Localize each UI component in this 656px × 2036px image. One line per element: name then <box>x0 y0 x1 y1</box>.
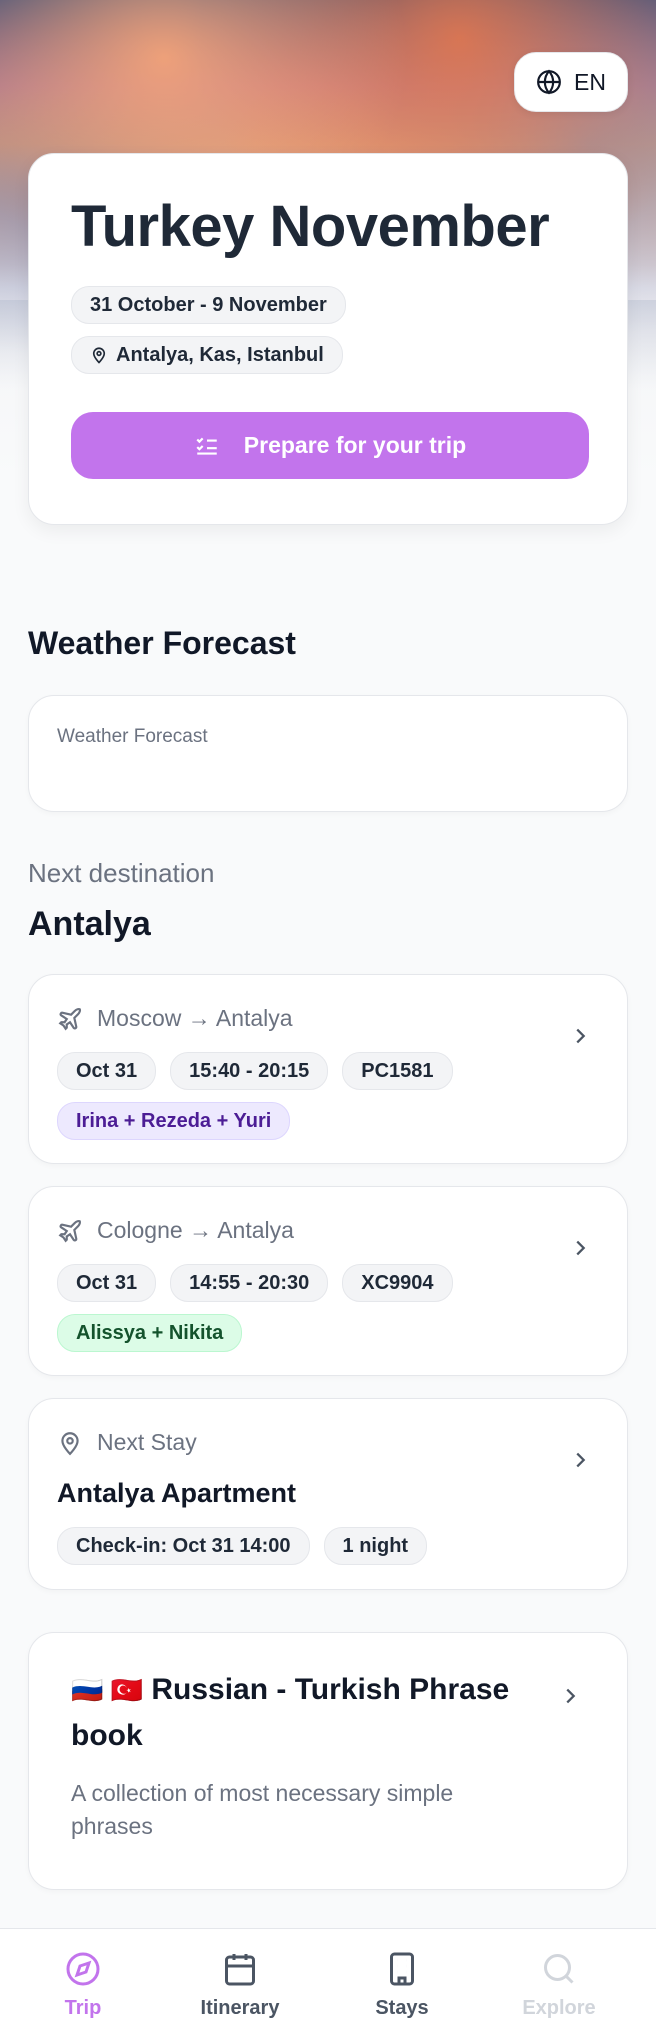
checkin-badge: Check-in: Oct 31 14:00 <box>57 1527 310 1565</box>
next-destination-label: Next destination <box>28 858 215 888</box>
building-icon <box>390 1952 414 1986</box>
plane-icon <box>58 1219 82 1242</box>
checkin-time: Check-in: Oct 31 14:00 <box>76 1534 291 1557</box>
flight-time-badge: 15:40 - 20:15 <box>170 1052 329 1090</box>
next-stay-card[interactable]: Next Stay Antalya Apartment Check-in: Oc… <box>28 1398 628 1590</box>
flight-card[interactable]: Cologne → Antalya Oct 31 14:55 - 20:30 X… <box>28 1186 628 1376</box>
map-pin-icon <box>92 347 106 364</box>
language-button[interactable]: EN <box>514 52 628 112</box>
nav-label: Itinerary <box>200 1997 280 2019</box>
travelers-badge: Irina + Rezeda + Yuri <box>57 1102 291 1140</box>
phrasebook-card[interactable]: 🇷🇺 🇹🇷 Russian - Turkish Phrase book A co… <box>28 1632 628 1890</box>
map-pin-icon <box>61 1431 79 1455</box>
nav-label: Stays <box>375 1997 429 2019</box>
trip-dates-badge: 31 October - 9 November <box>71 286 346 324</box>
compass-icon <box>66 1952 100 1986</box>
weather-placeholder: Weather Forecast <box>57 726 208 747</box>
stay-name: Antalya Apartment <box>57 1478 297 1508</box>
globe-icon <box>537 69 561 95</box>
flight-date-badge: Oct 31 <box>57 1264 157 1302</box>
language-label: EN <box>574 68 606 95</box>
flight-time: 15:40 - 20:15 <box>189 1059 310 1082</box>
plane-icon <box>58 1007 82 1030</box>
flight-date: Oct 31 <box>76 1271 138 1294</box>
next-destination-city: Antalya <box>28 905 151 943</box>
trip-header-card: Turkey November 31 October - 9 November … <box>28 153 628 525</box>
chevron-right-icon <box>576 1452 586 1468</box>
travelers: Irina + Rezeda + Yuri <box>76 1109 272 1132</box>
search-icon <box>544 1954 574 1984</box>
flight-number: PC1581 <box>361 1059 434 1082</box>
flight-date-badge: Oct 31 <box>57 1052 157 1090</box>
nights-count: 1 night <box>342 1534 409 1557</box>
weather-card: Weather Forecast <box>28 695 628 812</box>
flight-time-badge: 14:55 - 20:30 <box>170 1264 329 1302</box>
next-stay-label: Next Stay <box>97 1429 197 1455</box>
nav-item-stays[interactable]: Stays <box>337 1951 467 2020</box>
flags-icon: 🇷🇺 🇹🇷 <box>71 1675 143 1705</box>
phrasebook-title: 🇷🇺 🇹🇷 Russian - Turkish Phrase book <box>71 1667 541 1759</box>
flight-time: 14:55 - 20:30 <box>189 1271 310 1294</box>
weather-section-title: Weather Forecast <box>28 625 296 661</box>
nav-item-trip[interactable]: Trip <box>18 1951 148 2020</box>
flight-number: XC9904 <box>361 1271 434 1294</box>
travelers: Alissya + Nikita <box>76 1321 224 1344</box>
chevron-right-icon <box>576 1240 586 1256</box>
nav-label: Trip <box>64 1997 102 2019</box>
trip-locations: Antalya, Kas, Istanbul <box>116 343 324 366</box>
nav-item-explore[interactable]: Explore <box>494 1951 624 2020</box>
flight-date: Oct 31 <box>76 1059 138 1082</box>
flight-route: Moscow → Antalya <box>97 1005 293 1031</box>
trip-locations-badge: Antalya, Kas, Istanbul <box>71 336 343 374</box>
chevron-right-icon <box>566 1688 576 1704</box>
calendar-icon <box>225 1954 255 1986</box>
prepare-trip-label: Prepare for your trip <box>243 432 467 458</box>
nights-badge: 1 night <box>323 1527 428 1565</box>
nav-label: Explore <box>522 1997 596 2019</box>
travelers-badge: Alissya + Nikita <box>57 1314 243 1352</box>
chevron-right-icon <box>576 1028 586 1044</box>
nav-item-itinerary[interactable]: Itinerary <box>175 1951 305 2020</box>
flight-number-badge: PC1581 <box>342 1052 453 1090</box>
trip-dates: 31 October - 9 November <box>90 293 327 316</box>
prepare-trip-button[interactable]: Prepare for your trip <box>71 412 589 479</box>
bottom-navigation: Trip Itinerary Stays Explore <box>0 1928 656 2036</box>
trip-title: Turkey November <box>71 194 550 259</box>
flight-card[interactable]: Moscow → Antalya Oct 31 15:40 - 20:15 PC… <box>28 974 628 1164</box>
checklist-icon <box>196 437 217 455</box>
phrasebook-description: A collection of most necessary simple ph… <box>71 1780 454 1839</box>
flight-number-badge: XC9904 <box>342 1264 453 1302</box>
flight-route: Cologne → Antalya <box>97 1217 294 1243</box>
